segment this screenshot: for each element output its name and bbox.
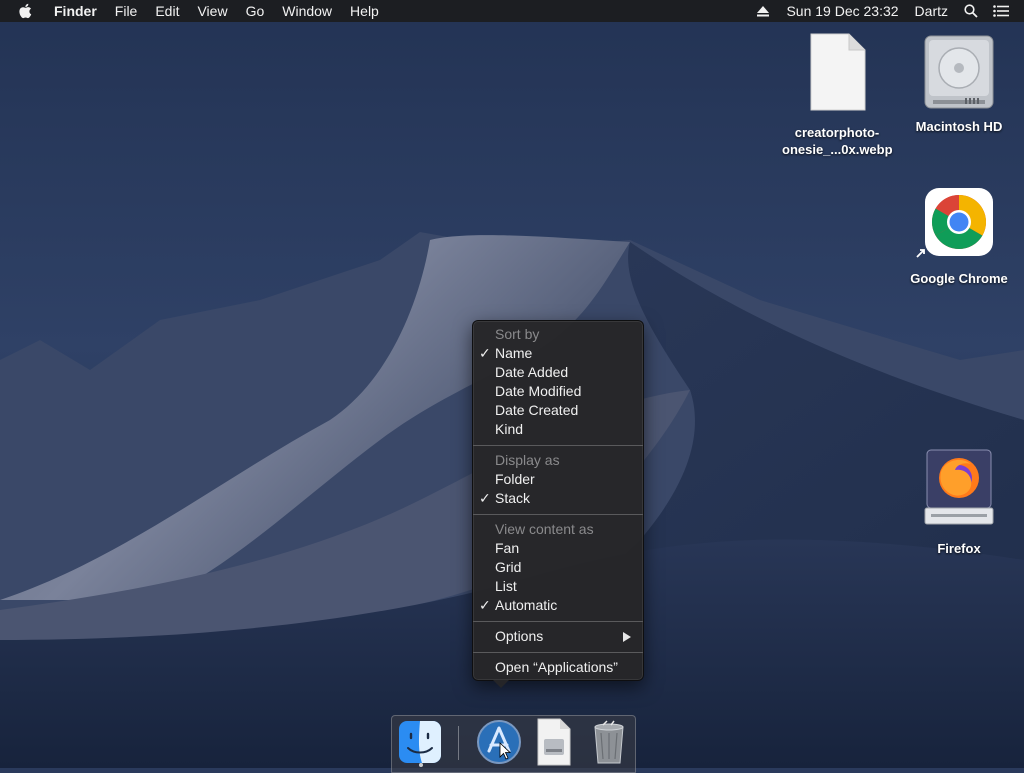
checkmark-icon: ✓ (479, 490, 491, 506)
firefox-icon (924, 449, 994, 525)
menu-item-view-automatic[interactable]: ✓ Automatic (473, 596, 643, 615)
menu-item-sort-date-created[interactable]: Date Created (473, 401, 643, 420)
checkmark-icon: ✓ (479, 345, 491, 361)
display-as-header: Display as (495, 452, 560, 468)
menu-separator (473, 445, 643, 446)
menu-window[interactable]: Window (273, 0, 341, 22)
dock-running-indicator (419, 763, 423, 767)
menu-bar: Finder File Edit View Go Window Help Sun… (0, 0, 1024, 22)
notification-center-icon[interactable] (992, 0, 1010, 22)
finder-icon (399, 721, 441, 763)
dock-downloads-stack[interactable] (530, 716, 578, 768)
menu-pointer-tail (493, 680, 509, 688)
checkmark-icon: ✓ (479, 597, 491, 613)
menu-item-display-stack[interactable]: ✓ Stack (473, 489, 643, 508)
eject-icon[interactable] (754, 0, 772, 22)
menu-item-sort-date-added[interactable]: Date Added (473, 363, 643, 382)
desktop-file-webp[interactable]: creatorphoto- onesie_...0x.webp (782, 32, 893, 158)
view-content-as-header: View content as (495, 521, 594, 537)
dock-stack-context-menu: Sort by ✓ Name Date Added Date Modified D… (472, 320, 644, 688)
trash-icon (594, 720, 624, 764)
applications-folder-icon (477, 720, 521, 764)
menu-item-options[interactable]: Options (473, 627, 643, 646)
menu-go[interactable]: Go (237, 0, 274, 22)
menu-item-display-folder[interactable]: Folder (473, 470, 643, 489)
menu-help[interactable]: Help (341, 0, 388, 22)
menu-view[interactable]: View (188, 0, 236, 22)
google-chrome-label: Google Chrome (910, 271, 1008, 286)
hard-drive-icon (924, 35, 994, 109)
apple-menu-icon[interactable] (18, 0, 36, 22)
sort-by-header: Sort by (495, 326, 540, 342)
menu-finder[interactable]: Finder (50, 0, 106, 22)
document-icon (810, 33, 866, 111)
dock-divider (458, 726, 459, 760)
desktop-macintosh-hd[interactable]: Macintosh HD (904, 32, 1014, 135)
menu-separator (473, 514, 643, 515)
menu-item-sort-date-modified[interactable]: Date Modified (473, 382, 643, 401)
menubar-clock[interactable]: Sun 19 Dec 23:32 (778, 0, 906, 22)
menu-separator (473, 621, 643, 622)
desktop-google-chrome[interactable]: Google Chrome (904, 186, 1014, 287)
menu-item-view-list[interactable]: List (473, 577, 643, 596)
menubar-user[interactable]: Dartz (907, 0, 956, 22)
menu-item-sort-name[interactable]: ✓ Name (473, 344, 643, 363)
alias-arrow-icon (916, 249, 925, 258)
chrome-icon (925, 188, 993, 256)
menu-file[interactable]: File (106, 0, 147, 22)
menu-item-view-fan[interactable]: Fan (473, 539, 643, 558)
submenu-arrow-icon (623, 632, 631, 642)
macintosh-hd-label: Macintosh HD (915, 119, 1003, 134)
dock-finder[interactable] (396, 716, 444, 768)
menu-item-view-grid[interactable]: Grid (473, 558, 643, 577)
desktop-firefox[interactable]: Firefox (904, 446, 1014, 557)
menu-edit[interactable]: Edit (146, 0, 188, 22)
dock-trash[interactable] (585, 716, 633, 768)
document-icon (537, 718, 571, 766)
menu-separator (473, 652, 643, 653)
desktop-file-label-line2: onesie_...0x.webp (782, 142, 893, 157)
desktop-file-label-line1: creatorphoto- (794, 125, 880, 140)
menu-item-sort-kind[interactable]: Kind (473, 420, 643, 439)
dock-applications-stack[interactable] (475, 716, 523, 768)
dock (391, 715, 636, 773)
spotlight-search-icon[interactable] (962, 0, 980, 22)
menu-item-open-applications[interactable]: Open “Applications” (473, 658, 643, 677)
firefox-label: Firefox (937, 541, 981, 556)
